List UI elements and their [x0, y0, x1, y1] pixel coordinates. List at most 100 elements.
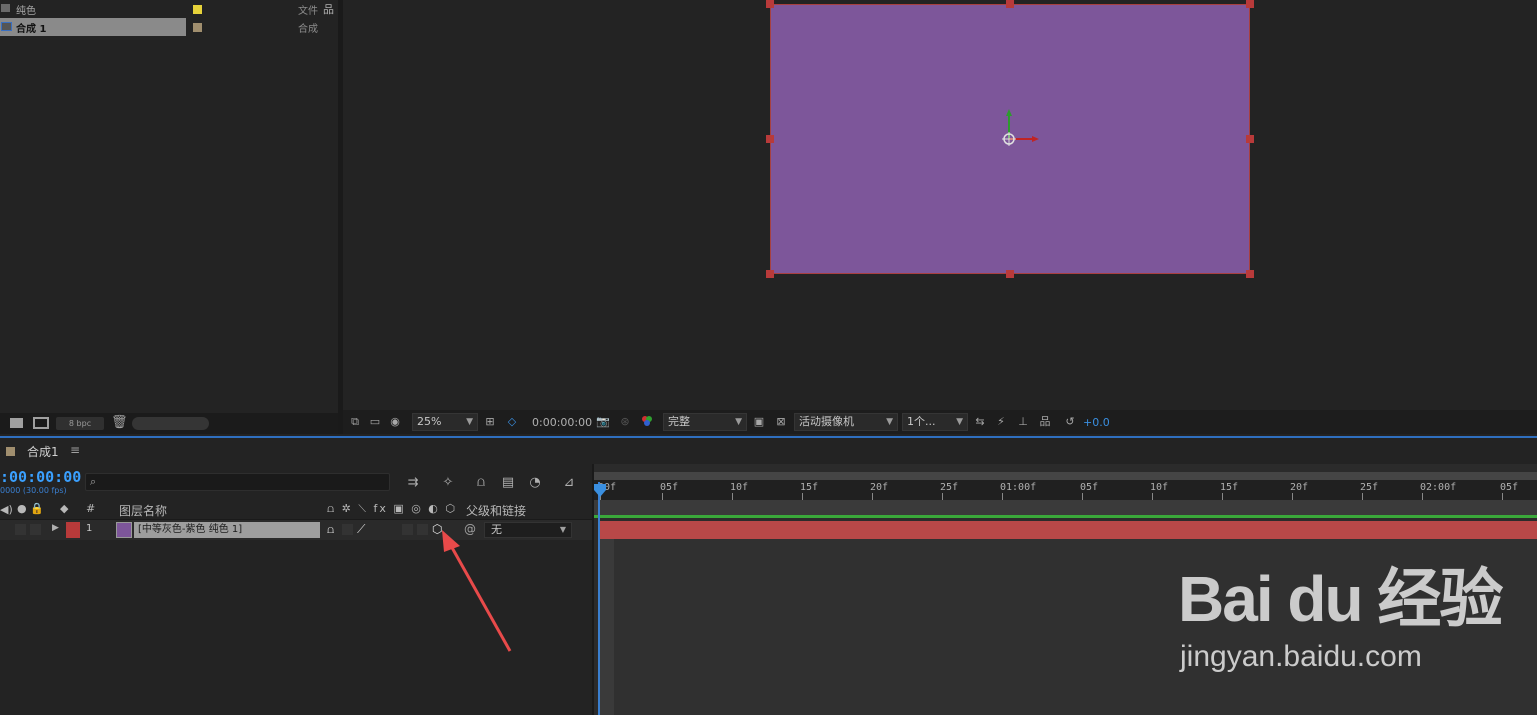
viewer-timecode[interactable]: 0:00:00:00 — [532, 416, 592, 429]
bpc-toggle[interactable]: 8 bpc — [56, 417, 104, 430]
shy-switch-icon[interactable]: ⩍ — [327, 523, 334, 537]
project-panel: 纯色 文件 品 合成 1 合成 — [0, 0, 338, 434]
transform-handle[interactable] — [1006, 0, 1014, 8]
frame-blending-icon[interactable]: ▤ — [499, 474, 517, 492]
ruler-tick-mark — [802, 493, 803, 500]
timeline-tab-title[interactable]: 合成1 — [27, 443, 59, 460]
annotation-arrow — [442, 530, 512, 652]
timeline-edge-strip — [600, 539, 614, 715]
switches-header-icons: ⩍ ✲ ⟍ fx ▣ ◎ ◐ ⬡ — [327, 502, 458, 515]
anchor-point-gizmo[interactable] — [996, 106, 1044, 152]
color-channels-icon[interactable] — [640, 415, 654, 429]
resolution-select[interactable]: 完整 ▼ — [663, 413, 747, 431]
camera-icon[interactable]: 📷 — [596, 415, 610, 429]
ruler-tick-mark — [1002, 493, 1003, 500]
composition-mini-flowchart-icon[interactable]: ⇉ — [404, 474, 422, 492]
shy-layers-icon[interactable]: ⩍ — [472, 474, 490, 492]
layer-column-header: ◀) ● 🔒 ◆ # 图层名称 ⩍ ✲ ⟍ fx ▣ ◎ ◐ ⬡ 父级和链接 — [0, 501, 592, 520]
chevron-down-icon: ▼ — [559, 525, 566, 534]
camera-select[interactable]: 活动摄像机 ▼ — [794, 413, 898, 431]
viewer-toolbar: ⧉ ▭ ◉ 25% ▼ ⊞ ◇ 0:00:00:00 📷 ⊛ 完整 ▼ ▣ ⊠ 活动… — [343, 410, 1537, 434]
project-item-type: 文件 — [298, 5, 318, 17]
transparency-grid-icon[interactable]: ⊠ — [774, 415, 788, 429]
transform-handle[interactable] — [1246, 135, 1254, 143]
project-item[interactable]: 纯色 文件 品 — [0, 0, 338, 18]
chevron-down-icon: ▼ — [735, 417, 742, 427]
flowchart-icon[interactable]: 品 — [1038, 415, 1052, 429]
mask-icon[interactable]: ◉ — [388, 415, 402, 429]
search-input[interactable]: ⌕ — [85, 473, 390, 491]
adjustment-layer-switch[interactable] — [416, 523, 429, 536]
transform-handle[interactable] — [1006, 270, 1014, 278]
visibility-icon[interactable]: ● — [17, 502, 27, 515]
ruler-tick-label: 15f — [1220, 482, 1239, 493]
layer-number: 1 — [86, 523, 93, 534]
timeline-icon[interactable]: ⊥ — [1016, 415, 1030, 429]
collapse-switch[interactable] — [341, 523, 354, 536]
panel-menu-icon[interactable]: ≡ — [70, 443, 80, 457]
baidu-watermark-url: jingyan.baidu.com — [1180, 640, 1422, 673]
transform-handle[interactable] — [1246, 270, 1254, 278]
ruler-tick-label: 20f — [870, 482, 889, 493]
project-item-name: 合成 1 — [16, 23, 47, 35]
layer-duration-bar[interactable] — [600, 521, 1537, 539]
hierarchy-icon[interactable]: 品 — [323, 1, 334, 17]
layer-label-color[interactable] — [66, 522, 80, 538]
ruler-tick-mark — [872, 493, 873, 500]
solo-switch[interactable] — [29, 523, 42, 536]
transform-handle[interactable] — [766, 0, 774, 8]
label-color-swatch[interactable] — [193, 22, 202, 32]
new-folder-icon[interactable] — [10, 418, 23, 428]
project-item[interactable]: 合成 1 合成 — [0, 18, 338, 36]
time-navigator-bar[interactable] — [594, 472, 1537, 480]
preview-region-icon[interactable]: ⧉ — [348, 415, 362, 429]
reset-exposure-icon[interactable]: ↺ — [1063, 415, 1077, 429]
transform-handle[interactable] — [1246, 0, 1254, 8]
zoom-select[interactable]: 25% ▼ — [412, 413, 478, 431]
transform-handle[interactable] — [766, 270, 774, 278]
toggle-pixel-aspect-icon[interactable]: ⇆ — [973, 415, 987, 429]
lock-icon[interactable]: 🔒 — [30, 502, 44, 515]
fast-previews-icon[interactable]: ⚡ — [994, 415, 1008, 429]
expand-arrow-icon[interactable]: ▶ — [52, 523, 59, 533]
safe-zones-icon[interactable]: ⊞ — [483, 415, 497, 429]
mask-path-icon[interactable]: ◇ — [505, 415, 519, 429]
ruler-tick-label: 02:00f — [1420, 482, 1457, 493]
ruler-tick-mark — [1502, 493, 1503, 500]
snapshot-icon[interactable]: ⊛ — [618, 415, 632, 429]
chevron-down-icon: ▼ — [956, 417, 963, 427]
audio-icon[interactable]: ◀) — [0, 503, 13, 516]
ruler-tick-label: 10f — [1150, 482, 1169, 493]
new-composition-icon[interactable] — [33, 417, 49, 429]
time-ruler[interactable]: 00f 05f 10f 15f 20f 25f 01:00f 05f 10f 15f 20f 25f 0… — [594, 480, 1537, 500]
draft-3d-icon[interactable]: ✧ — [439, 474, 457, 492]
timeline-splitter[interactable] — [592, 464, 594, 715]
trash-icon[interactable]: 🗑 — [111, 415, 128, 430]
motion-blur-switch[interactable] — [401, 523, 414, 536]
baidu-watermark-logo: Bai du 经验 — [1178, 563, 1503, 635]
ruler-tick-mark — [1152, 493, 1153, 500]
project-scrollbar[interactable] — [132, 417, 209, 430]
composition-icon — [1, 22, 12, 31]
video-switch[interactable] — [14, 523, 27, 536]
layer-name[interactable]: [中等灰色-紫色 纯色 1] — [134, 522, 320, 538]
transform-handle[interactable] — [766, 135, 774, 143]
parent-link-header[interactable]: 父级和链接 — [466, 502, 526, 519]
current-time-indicator[interactable] — [598, 482, 600, 715]
motion-blur-icon[interactable]: ◔ — [526, 474, 544, 492]
current-time-display[interactable]: :00:00:00 — [0, 468, 81, 486]
monitor-icon[interactable]: ▭ — [368, 415, 382, 429]
project-item-type: 合成 — [298, 23, 318, 35]
label-tag-icon[interactable]: ◆ — [60, 502, 68, 515]
ruler-tick-mark — [662, 493, 663, 500]
layer-name-header[interactable]: 图层名称 — [119, 502, 167, 519]
ruler-tick-mark — [1082, 493, 1083, 500]
folder-icon — [1, 4, 10, 12]
quality-switch-icon[interactable]: ⟋ — [357, 522, 365, 537]
playhead-handle-icon[interactable] — [594, 484, 606, 498]
views-select[interactable]: 1个... ▼ — [902, 413, 968, 431]
label-color-swatch[interactable] — [193, 4, 202, 14]
region-of-interest-icon[interactable]: ▣ — [752, 415, 766, 429]
exposure-value[interactable]: +0.0 — [1083, 416, 1110, 429]
graph-editor-icon[interactable]: ⊿ — [560, 474, 578, 492]
